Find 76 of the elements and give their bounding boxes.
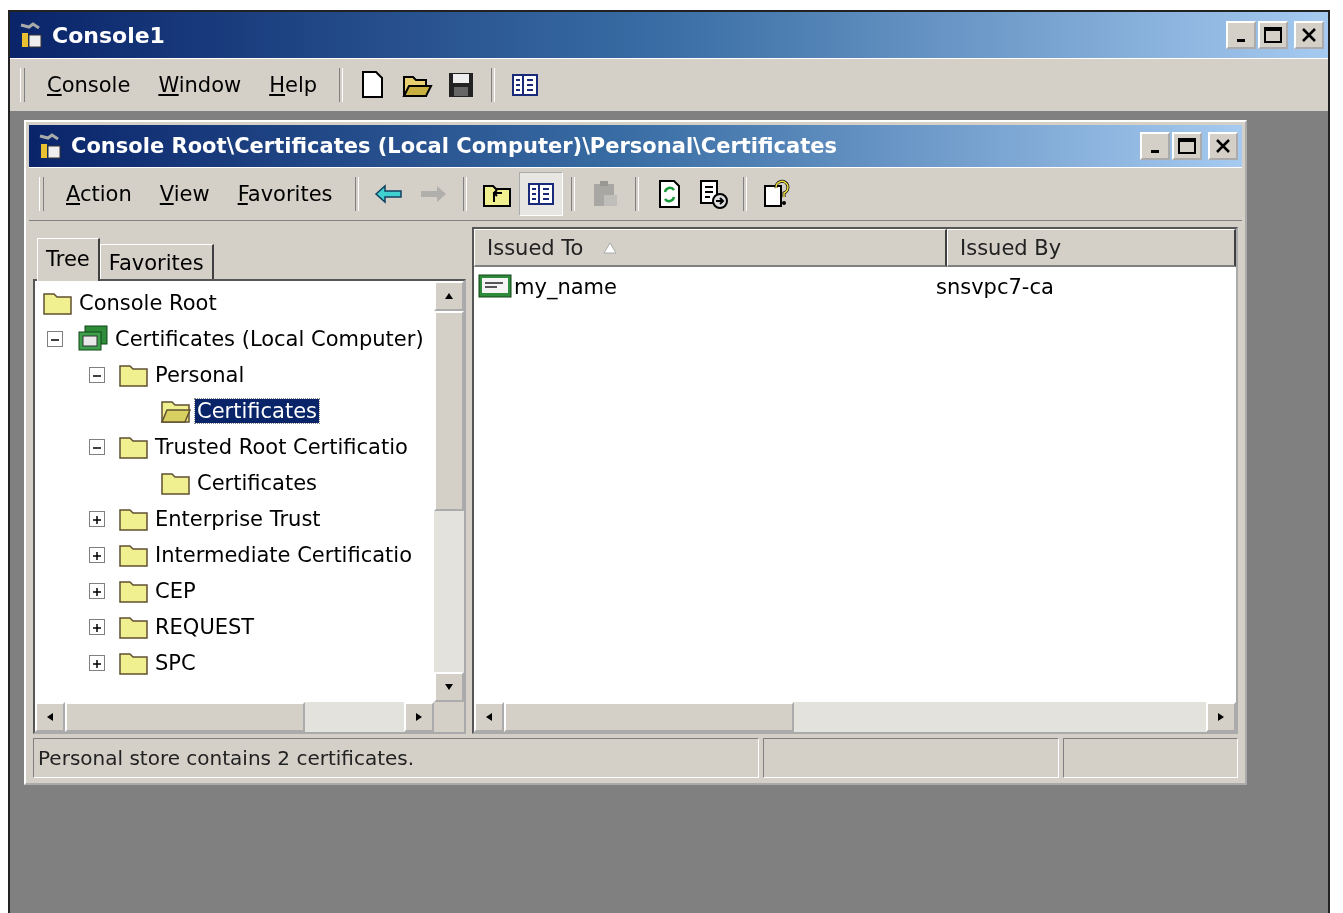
folder-icon (119, 542, 149, 568)
plus-icon (90, 549, 104, 563)
close-button[interactable] (1208, 132, 1238, 160)
expand-toggle[interactable] (89, 583, 105, 599)
table-cell: snsvpc7-ca (936, 275, 1054, 299)
tree-item[interactable]: REQUEST (153, 615, 257, 639)
expand-toggle[interactable] (89, 511, 105, 527)
right-arrow-icon (1216, 712, 1226, 722)
certificate-store-icon (77, 325, 109, 353)
maximize-button[interactable] (1172, 132, 1202, 160)
minimize-icon (1151, 149, 1159, 153)
menu-item[interactable]: Action (52, 178, 146, 210)
horizontal-scrollbar[interactable] (35, 702, 434, 732)
menu-item[interactable]: Window (144, 69, 256, 101)
up-arrow-icon (444, 291, 454, 301)
expand-toggle[interactable] (89, 619, 105, 635)
minimize-button[interactable] (1226, 21, 1256, 49)
folder-icon (119, 614, 149, 640)
tree-item[interactable]: SPC (153, 651, 198, 675)
open-folder-icon (161, 398, 191, 424)
scrollbar-corner (434, 702, 464, 732)
maximize-icon (1264, 27, 1282, 43)
plus-icon (90, 513, 104, 527)
tree-item[interactable]: Certificates (Local Computer) (113, 327, 426, 351)
left-arrow-icon (45, 712, 55, 722)
toolbox-icon (37, 132, 63, 160)
tree-item[interactable]: Trusted Root Certificatio (153, 435, 410, 459)
tree-item[interactable]: Certificates (195, 399, 320, 423)
vertical-scrollbar[interactable] (434, 281, 464, 702)
tree-item[interactable]: CEP (153, 579, 198, 603)
menu-item[interactable]: Help (255, 69, 332, 101)
folder-icon (43, 290, 73, 316)
close-button[interactable] (1294, 21, 1324, 49)
maximize-button[interactable] (1258, 21, 1288, 49)
close-icon (1301, 28, 1317, 42)
menu-item[interactable]: Favorites (223, 178, 347, 210)
toolbox-icon (18, 21, 44, 49)
plus-icon (90, 657, 104, 671)
tab[interactable]: Favorites (99, 244, 214, 279)
window-title: Console Root\Certificates (Local Computer)\Personal\Certificates (71, 134, 838, 158)
folder-icon (161, 470, 191, 496)
column-header[interactable]: Issued By (947, 229, 1236, 267)
collapse-toggle[interactable] (89, 439, 105, 455)
menu-item[interactable]: Console (33, 69, 145, 101)
folder-icon (119, 578, 149, 604)
window-title: Console1 (52, 22, 166, 48)
collapse-toggle[interactable] (89, 367, 105, 383)
tree-item[interactable]: Personal (153, 363, 247, 387)
tree-item[interactable]: Enterprise Trust (153, 507, 323, 531)
right-arrow-icon (414, 712, 424, 722)
tree-pane-button[interactable] (518, 172, 563, 216)
horizontal-scrollbar[interactable] (474, 702, 1236, 732)
tree-item[interactable]: Intermediate Certificatio (153, 543, 414, 567)
column-header[interactable]: Issued To (474, 229, 947, 267)
menu-item[interactable]: View (145, 178, 224, 210)
minimize-icon (1237, 38, 1245, 42)
folder-icon (119, 434, 149, 460)
folder-icon (119, 362, 149, 388)
plus-icon (90, 585, 104, 599)
expand-toggle[interactable] (89, 655, 105, 671)
status-text: Personal store contains 2 certificates. (33, 738, 759, 778)
certificate-icon (478, 274, 512, 300)
tree-item[interactable]: Console Root (77, 291, 219, 315)
maximize-icon (1178, 138, 1196, 154)
folder-icon (119, 506, 149, 532)
left-arrow-icon (484, 712, 494, 722)
expand-toggle[interactable] (89, 547, 105, 563)
folder-icon (119, 650, 149, 676)
minimize-button[interactable] (1140, 132, 1170, 160)
tab[interactable]: Tree (37, 238, 100, 281)
table-cell: my_name (514, 275, 617, 299)
tree-item[interactable]: Certificates (195, 471, 320, 495)
plus-icon (90, 621, 104, 635)
close-icon (1215, 139, 1231, 153)
down-arrow-icon (444, 682, 454, 692)
collapse-toggle[interactable] (47, 331, 63, 347)
